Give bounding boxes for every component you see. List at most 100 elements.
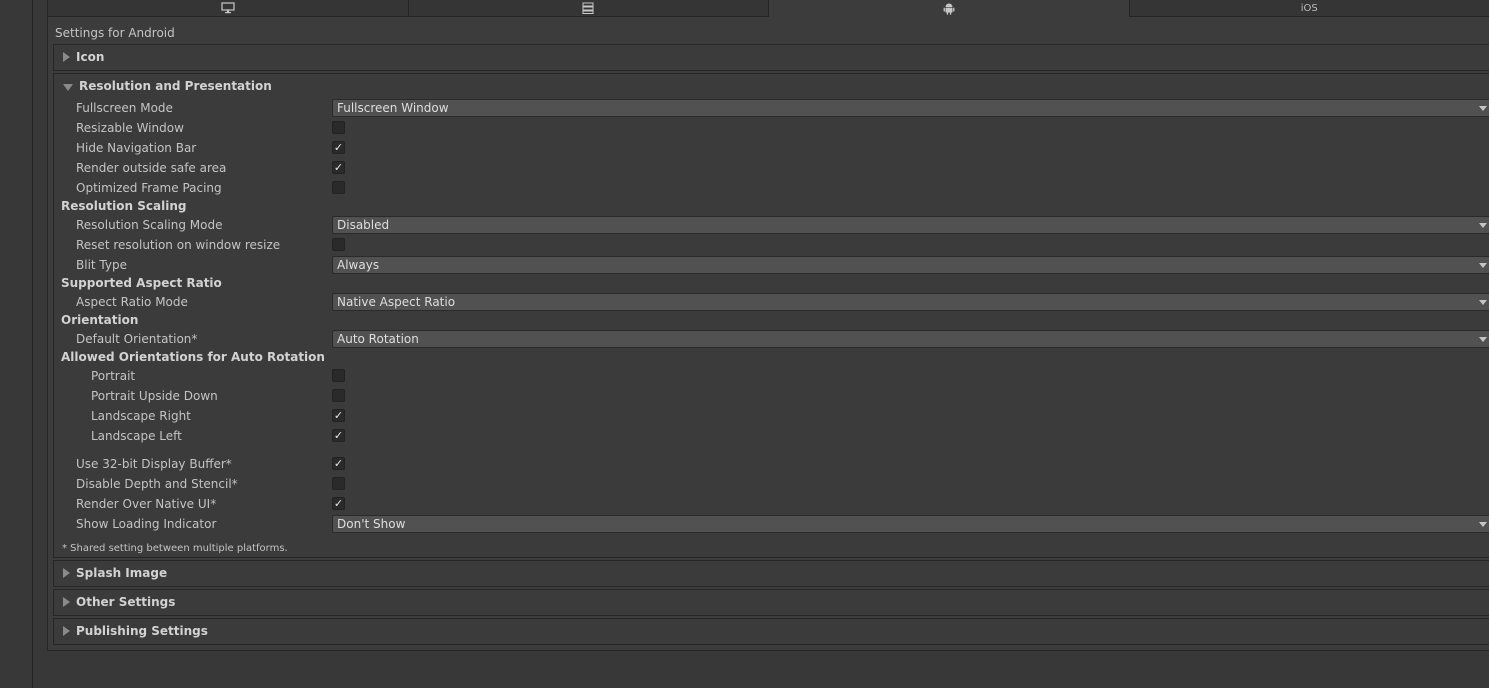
section-icon-label: Icon <box>76 50 105 64</box>
row-render-outside-safe-area: Render outside safe area ✓ <box>54 159 1489 177</box>
disable-depth-stencil-label: Disable Depth and Stencil* <box>76 477 238 491</box>
landscape-right-label: Landscape Right <box>91 409 191 423</box>
section-splash-header[interactable]: Splash Image <box>54 561 1489 585</box>
checkmark-icon: ✓ <box>333 497 344 510</box>
checkmark-icon: ✓ <box>333 457 344 470</box>
section-splash: Splash Image <box>53 560 1489 587</box>
supported-aspect-header-label: Supported Aspect Ratio <box>61 276 222 290</box>
aspect-ratio-mode-value: Native Aspect Ratio <box>337 295 456 309</box>
bottom-area <box>33 651 1489 688</box>
checkmark-icon: ✓ <box>333 429 344 442</box>
checkmark-icon: ✓ <box>333 161 344 174</box>
section-publishing: Publishing Settings <box>53 618 1489 645</box>
portrait-upside-down-label: Portrait Upside Down <box>91 389 218 403</box>
default-orientation-dropdown[interactable]: Auto Rotation <box>332 330 1489 348</box>
fullscreen-mode-dropdown[interactable]: Fullscreen Window <box>332 99 1489 117</box>
reset-resolution-checkbox[interactable] <box>332 238 345 251</box>
landscape-left-label: Landscape Left <box>91 429 182 443</box>
blit-type-value: Always <box>337 258 380 272</box>
disable-depth-stencil-checkbox[interactable] <box>332 477 345 490</box>
portrait-checkbox[interactable] <box>332 369 345 382</box>
tab-ios-label: iOS <box>1300 2 1318 14</box>
resolution-scaling-header-label: Resolution Scaling <box>61 199 187 213</box>
section-other-header[interactable]: Other Settings <box>54 590 1489 614</box>
left-strip <box>0 0 33 688</box>
section-splash-label: Splash Image <box>76 566 168 580</box>
portrait-label: Portrait <box>91 369 136 383</box>
android-icon <box>943 3 955 15</box>
tab-server[interactable] <box>408 0 769 17</box>
show-loading-indicator-value: Don't Show <box>337 517 406 531</box>
section-resolution: Resolution and Presentation Fullscreen M… <box>53 73 1489 558</box>
row-render-over-native-ui: Render Over Native UI* ✓ <box>54 495 1489 513</box>
checkmark-icon: ✓ <box>333 141 344 154</box>
caret-right-icon <box>63 597 70 607</box>
resolution-scaling-mode-dropdown[interactable]: Disabled <box>332 216 1489 234</box>
caret-right-icon <box>63 568 70 578</box>
server-icon <box>582 2 594 14</box>
aspect-ratio-mode-label: Aspect Ratio Mode <box>76 295 188 309</box>
fullscreen-mode-value: Fullscreen Window <box>337 101 449 115</box>
show-loading-indicator-label: Show Loading Indicator <box>76 517 217 531</box>
portrait-upside-down-checkbox[interactable] <box>332 389 345 402</box>
tab-android[interactable] <box>769 0 1130 17</box>
monitor-icon <box>221 2 235 14</box>
section-resolution-header[interactable]: Resolution and Presentation <box>54 74 1489 98</box>
render-over-native-ui-checkbox[interactable]: ✓ <box>332 497 345 510</box>
fullscreen-mode-label: Fullscreen Mode <box>76 101 173 115</box>
landscape-left-checkbox[interactable]: ✓ <box>332 429 345 442</box>
section-icon: Icon <box>53 44 1489 71</box>
tab-standalone[interactable] <box>48 0 409 17</box>
section-other-label: Other Settings <box>76 595 176 609</box>
dropdown-arrow-icon <box>1479 300 1487 305</box>
row-hide-navigation-bar: Hide Navigation Bar ✓ <box>54 139 1489 157</box>
section-icon-header[interactable]: Icon <box>54 45 1489 69</box>
blit-type-dropdown[interactable]: Always <box>332 256 1489 274</box>
platform-tabbar: iOS <box>48 0 1489 17</box>
caret-right-icon <box>63 626 70 636</box>
hide-navigation-bar-checkbox[interactable]: ✓ <box>332 141 345 154</box>
resizable-window-label: Resizable Window <box>76 121 184 135</box>
use-32bit-buffer-label: Use 32-bit Display Buffer* <box>76 457 232 471</box>
supported-aspect-header: Supported Aspect Ratio <box>54 274 1489 292</box>
allowed-orientations-header-label: Allowed Orientations for Auto Rotation <box>61 350 325 364</box>
caret-right-icon <box>63 52 70 62</box>
row-disable-depth-stencil: Disable Depth and Stencil* <box>54 475 1489 493</box>
row-landscape-left: Landscape Left ✓ <box>54 427 1489 445</box>
section-publishing-header[interactable]: Publishing Settings <box>54 619 1489 643</box>
default-orientation-value: Auto Rotation <box>337 332 419 346</box>
aspect-ratio-mode-dropdown[interactable]: Native Aspect Ratio <box>332 293 1489 311</box>
resizable-window-checkbox[interactable] <box>332 121 345 134</box>
dropdown-arrow-icon <box>1479 263 1487 268</box>
render-over-native-ui-label: Render Over Native UI* <box>76 497 217 511</box>
reset-resolution-label: Reset resolution on window resize <box>76 238 281 252</box>
show-loading-indicator-dropdown[interactable]: Don't Show <box>332 515 1489 533</box>
row-optimized-frame-pacing: Optimized Frame Pacing <box>54 179 1489 197</box>
row-reset-resolution: Reset resolution on window resize <box>54 236 1489 254</box>
tab-ios[interactable]: iOS <box>1129 0 1489 17</box>
dropdown-arrow-icon <box>1479 223 1487 228</box>
landscape-right-checkbox[interactable]: ✓ <box>332 409 345 422</box>
resolution-scaling-mode-label: Resolution Scaling Mode <box>76 218 223 232</box>
default-orientation-label: Default Orientation* <box>76 332 198 346</box>
row-portrait-upside-down: Portrait Upside Down <box>54 387 1489 405</box>
row-blit-type: Blit Type Always <box>54 256 1489 274</box>
row-resolution-scaling-mode: Resolution Scaling Mode Disabled <box>54 216 1489 234</box>
section-publishing-label: Publishing Settings <box>76 624 208 638</box>
section-resolution-label: Resolution and Presentation <box>79 79 272 93</box>
section-other: Other Settings <box>53 589 1489 616</box>
row-use-32bit-buffer: Use 32-bit Display Buffer* ✓ <box>54 455 1489 473</box>
resolution-scaling-header: Resolution Scaling <box>54 197 1489 215</box>
render-outside-safe-area-checkbox[interactable]: ✓ <box>332 161 345 174</box>
row-aspect-ratio-mode: Aspect Ratio Mode Native Aspect Ratio <box>54 293 1489 311</box>
row-fullscreen-mode: Fullscreen Mode Fullscreen Window <box>54 99 1489 117</box>
player-settings-panel: iOS Settings for Android Icon Resolution… <box>47 0 1489 651</box>
optimized-frame-pacing-checkbox[interactable] <box>332 181 345 194</box>
row-portrait: Portrait <box>54 367 1489 385</box>
hide-navigation-bar-label: Hide Navigation Bar <box>76 141 197 155</box>
orientation-header-label: Orientation <box>61 313 139 327</box>
row-resizable-window: Resizable Window <box>54 119 1489 137</box>
use-32bit-buffer-checkbox[interactable]: ✓ <box>332 457 345 470</box>
caret-down-icon <box>63 83 73 91</box>
row-default-orientation: Default Orientation* Auto Rotation <box>54 330 1489 348</box>
